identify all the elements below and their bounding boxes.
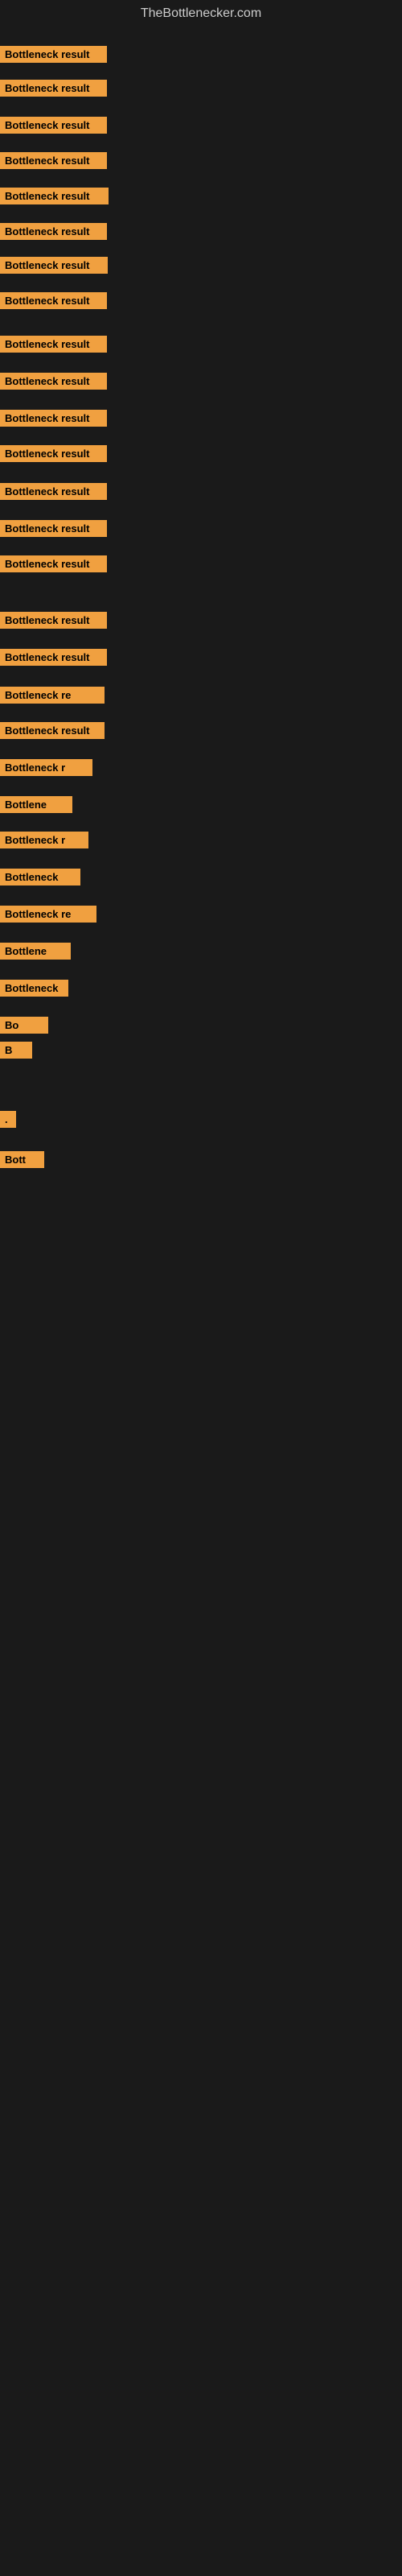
bottleneck-result-bar: B xyxy=(0,1042,32,1059)
bottleneck-result-bar: Bott xyxy=(0,1151,44,1168)
bottleneck-result-bar: Bottleneck result xyxy=(0,483,107,500)
bottleneck-result-bar: Bottleneck result xyxy=(0,722,105,739)
bottleneck-result-bar: Bottleneck result xyxy=(0,649,107,666)
bottleneck-result-bar: Bottleneck result xyxy=(0,152,107,169)
bottleneck-result-bar: Bottleneck result xyxy=(0,336,107,353)
bottleneck-result-bar: Bottleneck result xyxy=(0,445,107,462)
bottleneck-result-bar: Bottleneck xyxy=(0,980,68,997)
bottleneck-result-bar: Bottleneck result xyxy=(0,410,107,427)
bottleneck-result-bar: Bottleneck result xyxy=(0,373,107,390)
bottleneck-result-bar: Bottleneck result xyxy=(0,612,107,629)
bottleneck-result-bar: Bottleneck result xyxy=(0,292,107,309)
bottleneck-result-bar: Bottleneck r xyxy=(0,759,92,776)
bottleneck-result-bar: Bottleneck result xyxy=(0,257,108,274)
bottleneck-result-bar: Bottleneck result xyxy=(0,117,107,134)
bottleneck-result-bar: Bottleneck result xyxy=(0,520,107,537)
bottleneck-result-bar: Bottleneck re xyxy=(0,906,96,923)
bottleneck-result-bar: Bottlene xyxy=(0,943,71,960)
site-title: TheBottlenecker.com xyxy=(0,0,402,27)
bottleneck-result-bar: Bottleneck result xyxy=(0,80,107,97)
bottleneck-result-bar: Bottlene xyxy=(0,796,72,813)
bottleneck-result-bar: Bottleneck xyxy=(0,869,80,886)
bottleneck-result-bar: Bo xyxy=(0,1017,48,1034)
bottleneck-result-bar: . xyxy=(0,1111,16,1128)
bottleneck-result-bar: Bottleneck result xyxy=(0,555,107,572)
bottleneck-result-bar: Bottleneck result xyxy=(0,46,107,63)
bottleneck-result-bar: Bottleneck re xyxy=(0,687,105,704)
bottleneck-result-bar: Bottleneck result xyxy=(0,223,107,240)
bottleneck-result-bar: Bottleneck r xyxy=(0,832,88,848)
bottleneck-result-bar: Bottleneck result xyxy=(0,188,109,204)
